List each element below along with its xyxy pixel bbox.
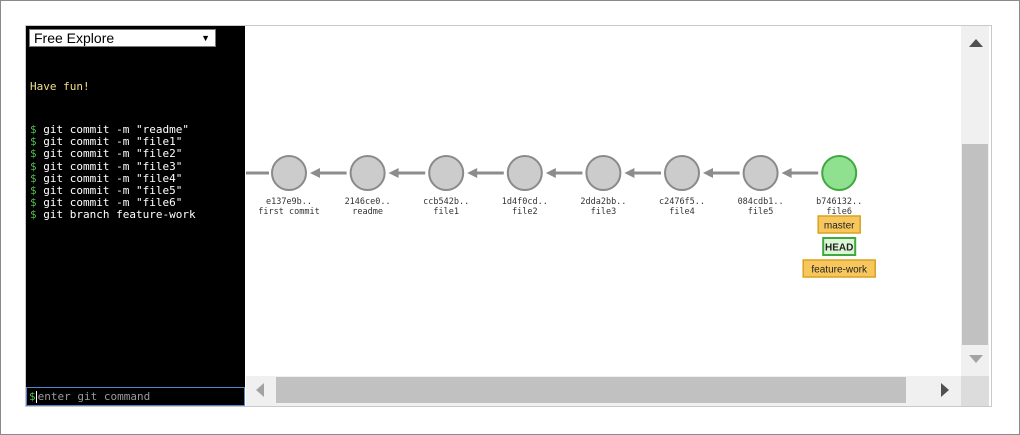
commit-id: e137e9b.. — [266, 197, 312, 207]
arrowhead-icon — [388, 168, 399, 178]
arrowhead-icon — [545, 168, 556, 178]
vertical-scroll-thumb[interactable] — [962, 144, 988, 345]
commit-node[interactable] — [349, 155, 386, 191]
commit-id: 2146ce0.. — [345, 197, 391, 207]
terminal-command-text: git branch feature-work — [43, 208, 196, 222]
commit-message: file2 — [512, 207, 538, 217]
commit-id: 084cdb1.. — [738, 197, 784, 207]
commit-node[interactable] — [506, 155, 543, 191]
prompt-symbol: $ — [30, 135, 37, 149]
arrowhead-icon — [310, 168, 320, 178]
arrowhead-icon — [624, 168, 635, 178]
commit-message: file3 — [591, 207, 617, 217]
terminal-command-text: git commit -m "file6" — [43, 196, 183, 210]
chevron-down-icon: ▼ — [201, 33, 210, 43]
git-visualizer: Free Explore ▼ Have fun! $ git commit -m… — [25, 25, 992, 407]
commit-id: c2476f5.. — [659, 197, 705, 207]
commit-id: 2dda2bb.. — [580, 197, 626, 207]
prompt-symbol: $ — [30, 171, 37, 185]
command-input-row[interactable]: $ enter git command — [26, 387, 245, 406]
mode-select-value: Free Explore — [34, 30, 115, 46]
ref-label-master: master — [824, 221, 855, 232]
commit-id: ccb542b.. — [423, 197, 469, 207]
commit-id: b746132.. — [816, 197, 862, 207]
terminal-command-text: git commit -m "file5" — [43, 183, 183, 197]
horizontal-scrollbar[interactable] — [246, 376, 961, 406]
terminal-panel: Free Explore ▼ Have fun! $ git commit -m… — [26, 26, 245, 406]
scroll-left-arrow-icon[interactable] — [256, 383, 264, 397]
commit-node[interactable] — [428, 155, 465, 191]
arrowhead-icon — [703, 168, 713, 178]
prompt-symbol: $ — [30, 196, 37, 210]
commit-id: 1d4f0cd.. — [502, 197, 548, 207]
terminal-command-text: git commit -m "file2" — [43, 147, 183, 161]
scroll-down-arrow-icon[interactable] — [969, 355, 983, 363]
terminal-greeting: Have fun! — [30, 80, 90, 94]
command-input[interactable]: enter git command — [38, 390, 151, 403]
commit-message: file5 — [748, 207, 774, 217]
prompt-symbol: $ — [30, 208, 37, 222]
commit-message: first commit — [258, 207, 319, 217]
arrowhead-icon — [781, 168, 792, 178]
commit-message: file1 — [433, 207, 459, 217]
scroll-up-arrow-icon[interactable] — [969, 39, 983, 47]
text-cursor — [35, 391, 37, 403]
vertical-scrollbar[interactable] — [961, 26, 989, 376]
commit-graph: e137e9b.. first commit 2146ce0.. readme ccb5… — [246, 26, 961, 376]
prompt-symbol: $ — [30, 183, 37, 197]
horizontal-scroll-thumb[interactable] — [276, 377, 906, 403]
commit-message: file4 — [669, 207, 695, 217]
terminal-command-text: git commit -m "file3" — [43, 159, 183, 173]
terminal-command-text: git commit -m "file1" — [43, 135, 183, 149]
commit-graph-svg: e137e9b..first commit 2146ce0..readme ccb5… — [246, 155, 876, 278]
arrowhead-icon — [467, 168, 478, 178]
terminal-output: Have fun! $ git commit -m "readme" $ git … — [30, 57, 242, 222]
mode-select[interactable]: Free Explore ▼ — [29, 29, 216, 47]
head-commit-node[interactable] — [821, 155, 858, 191]
scrollbar-corner — [961, 376, 989, 406]
commit-node[interactable] — [271, 155, 307, 191]
commit-node[interactable] — [585, 155, 622, 191]
ref-label-feature-work: feature-work — [811, 265, 868, 276]
prompt-symbol: $ — [30, 147, 37, 161]
commit-node[interactable] — [742, 155, 779, 191]
terminal-command-text: git commit -m "file4" — [43, 171, 183, 185]
terminal-command-text: git commit -m "readme" — [43, 123, 189, 137]
commit-node[interactable] — [664, 155, 700, 191]
commit-message: readme — [352, 207, 383, 217]
ref-label-head: HEAD — [825, 243, 853, 254]
prompt-symbol: $ — [30, 123, 37, 137]
scroll-right-arrow-icon[interactable] — [941, 383, 949, 397]
prompt-symbol: $ — [29, 390, 36, 403]
terminal-history-line: $ git branch feature-work — [30, 209, 242, 221]
prompt-symbol: $ — [30, 159, 37, 173]
